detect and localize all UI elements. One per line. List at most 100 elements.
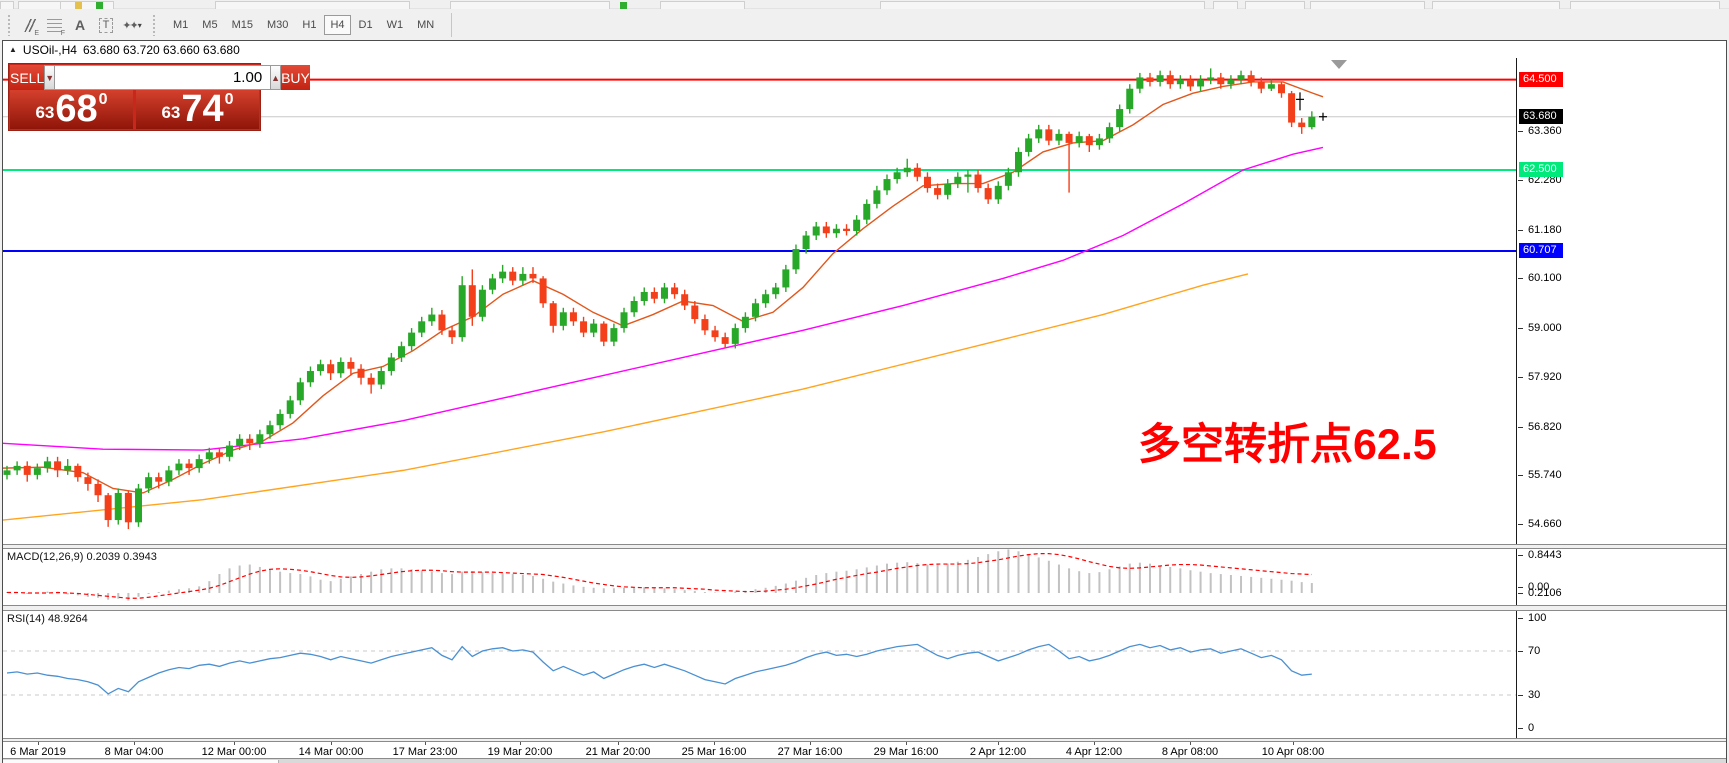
fibonacci-tool-icon[interactable]: F xyxy=(41,13,67,37)
macd-chart-svg xyxy=(3,549,1517,605)
timeframe-button-m15[interactable]: M15 xyxy=(226,15,259,35)
price-tick-label: 54.660 xyxy=(1528,517,1562,531)
axis-tick xyxy=(1518,131,1523,132)
date-tick-label: 21 Mar 20:00 xyxy=(586,746,651,758)
axis-tick xyxy=(1518,328,1523,329)
toolbar-remnant xyxy=(660,1,745,9)
candle-down xyxy=(934,188,941,195)
date-axis-tick xyxy=(134,742,135,745)
timeframe-button-m30[interactable]: M30 xyxy=(261,15,294,35)
candle-up xyxy=(297,382,304,400)
candle-down xyxy=(95,484,102,495)
candle-up xyxy=(337,362,344,373)
date-tick-label: 12 Mar 00:00 xyxy=(202,746,267,758)
sell-button[interactable]: SELL xyxy=(10,65,44,90)
axis-tick xyxy=(1518,593,1523,594)
candle-up xyxy=(590,324,597,333)
axis-tick xyxy=(1518,728,1523,729)
candle-up xyxy=(904,168,911,173)
text-label-tool-icon[interactable]: T xyxy=(93,13,119,37)
sell-price-prefix: 63 xyxy=(35,103,54,123)
arrows-icon: ✦✦ xyxy=(122,19,136,32)
equidistant-channel-tool-icon[interactable]: E xyxy=(15,13,41,37)
date-axis-tick xyxy=(520,742,521,745)
date-axis-tick xyxy=(998,742,999,745)
toolbar-separator xyxy=(451,13,452,37)
candle-up xyxy=(1096,138,1103,145)
candle-up xyxy=(256,434,263,443)
toolbar-remnant-icon xyxy=(75,2,82,9)
candle-up xyxy=(995,186,1002,200)
toolbar-remnant xyxy=(215,1,410,9)
timeframe-button-w1[interactable]: W1 xyxy=(381,15,410,35)
candle-up xyxy=(479,290,486,317)
volume-decrease-button[interactable]: ▼ xyxy=(44,65,55,90)
candle-up xyxy=(115,493,122,520)
candle-up xyxy=(610,328,617,342)
toolbar-grip[interactable] xyxy=(151,14,156,36)
candle-up xyxy=(277,414,284,425)
date-axis-tick xyxy=(1190,742,1191,745)
rsi-tick-label: 70 xyxy=(1528,644,1540,658)
rsi-tick-label: 100 xyxy=(1528,611,1546,625)
macd-plot-area[interactable]: MACD(12,26,9) 0.2039 0.3943 xyxy=(3,549,1517,605)
buy-price-display[interactable]: 63 74 0 xyxy=(136,90,259,129)
date-axis-tick xyxy=(810,742,811,745)
candle-up xyxy=(489,278,496,289)
candle-down xyxy=(924,177,931,188)
candle-down xyxy=(712,330,719,337)
date-tick-label: 14 Mar 00:00 xyxy=(299,746,364,758)
toolbar-grip[interactable] xyxy=(6,14,11,36)
candle-up xyxy=(165,470,172,481)
candle-down xyxy=(651,292,658,299)
arrows-tool-icon[interactable]: ✦✦ ▾ xyxy=(119,13,145,37)
macd-label: MACD(12,26,9) 0.2039 0.3943 xyxy=(7,551,157,563)
timeframe-button-m5[interactable]: M5 xyxy=(196,15,223,35)
axis-tick xyxy=(1518,524,1523,525)
candle-up xyxy=(1197,80,1204,87)
chart-text-annotation[interactable]: 多空转折点62.5 xyxy=(1138,410,1437,472)
timeframe-button-h4[interactable]: H4 xyxy=(324,15,350,35)
price-tick-label: 60.100 xyxy=(1528,271,1562,285)
candle-up xyxy=(307,371,314,382)
candle-down xyxy=(327,364,334,373)
candle-down xyxy=(691,306,698,320)
timeframe-button-d1[interactable]: D1 xyxy=(353,15,379,35)
timeframe-button-h1[interactable]: H1 xyxy=(296,15,322,35)
candle-down xyxy=(681,294,688,305)
timeframe-button-m1[interactable]: M1 xyxy=(167,15,194,35)
candle-up xyxy=(418,321,425,332)
candle-up xyxy=(145,477,152,488)
price-tick-label: 55.740 xyxy=(1528,468,1562,482)
toolbar-clipped-row xyxy=(0,0,1729,9)
chart-shift-marker-icon[interactable] xyxy=(1331,60,1347,69)
candle-up xyxy=(14,466,21,471)
candle-down xyxy=(1248,75,1255,82)
axis-tick xyxy=(1518,587,1523,588)
rsi-plot-area[interactable]: RSI(14) 48.9264 xyxy=(3,611,1517,738)
timeframe-button-mn[interactable]: MN xyxy=(411,15,440,35)
candle-down xyxy=(74,466,81,477)
axis-tick xyxy=(1518,230,1523,231)
candle-up xyxy=(428,315,435,322)
diagonal-lines-icon xyxy=(21,19,36,32)
price-plot-area[interactable]: SELL ▼ ▲ BUY 63 68 0 63 xyxy=(3,58,1517,544)
date-axis-tick xyxy=(1293,742,1294,745)
volume-input[interactable] xyxy=(55,65,270,90)
toolbar-remnant xyxy=(0,1,14,9)
collapse-icon[interactable]: ▲ xyxy=(9,45,17,54)
time-axis: 6 Mar 20198 Mar 04:0012 Mar 00:0014 Mar … xyxy=(3,742,1726,758)
text-tool-icon[interactable]: A xyxy=(67,13,93,37)
sell-price-display[interactable]: 63 68 0 xyxy=(10,90,133,129)
candle-down xyxy=(722,337,729,344)
volume-increase-button[interactable]: ▲ xyxy=(270,65,281,90)
candle-down xyxy=(449,330,456,337)
buy-button[interactable]: BUY xyxy=(281,65,310,90)
candle-up xyxy=(34,468,41,475)
price-tick-label: 56.820 xyxy=(1528,420,1562,434)
candle-up xyxy=(782,269,789,287)
candle-down xyxy=(671,287,678,294)
candle-up xyxy=(762,294,769,303)
candle-down xyxy=(540,278,547,303)
window-bottom-strip xyxy=(3,758,1726,763)
